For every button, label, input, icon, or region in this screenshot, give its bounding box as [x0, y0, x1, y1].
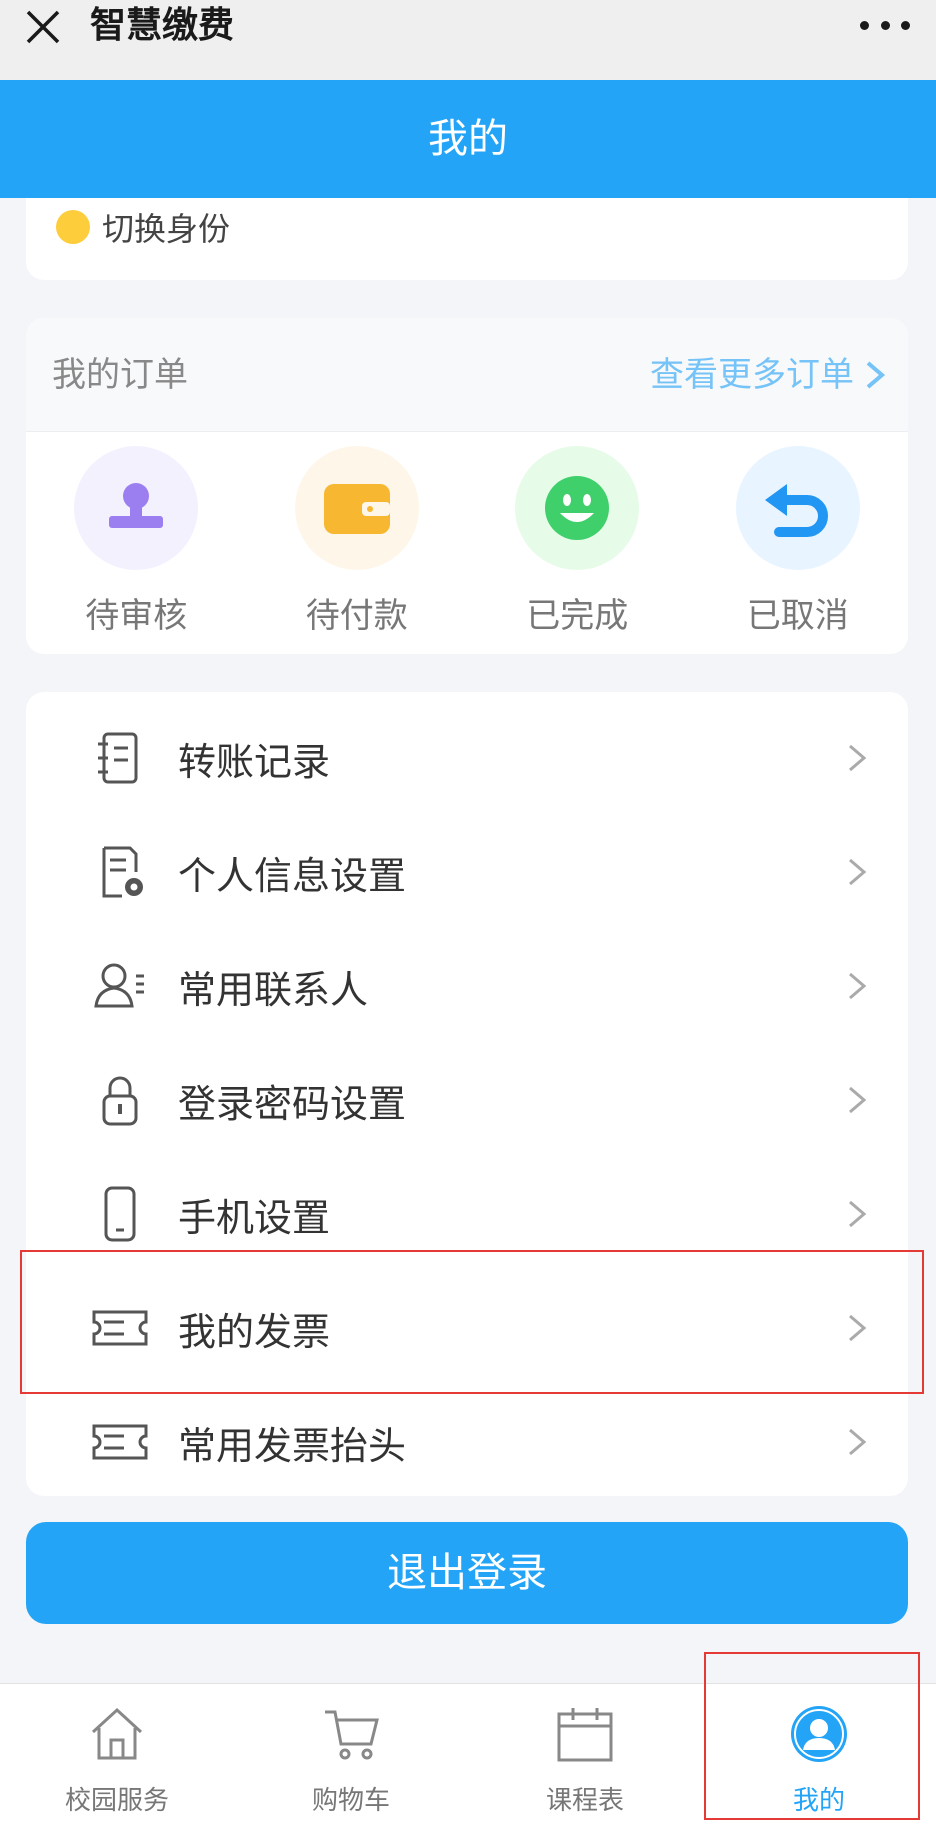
- more-icon[interactable]: [860, 10, 910, 40]
- order-status-label: 待审核: [85, 596, 188, 636]
- calendar-icon: [557, 1708, 613, 1762]
- order-status-pending-payment[interactable]: 待付款: [257, 446, 457, 637]
- tab-mine[interactable]: 我的: [702, 1684, 936, 1825]
- undo-icon: [735, 446, 860, 570]
- menu-item-label: 常用发票抬头: [178, 1423, 407, 1468]
- chevron-right-icon: [866, 361, 886, 389]
- view-more-orders-link[interactable]: 查看更多订单: [650, 318, 888, 432]
- chevron-right-icon: [849, 1314, 867, 1342]
- wechat-titlebar: 智慧缴费: [0, 0, 936, 80]
- orders-card: 我的订单 查看更多订单 待审核 待付款 已完成 已取消: [26, 318, 908, 654]
- order-status-completed[interactable]: 已完成: [477, 446, 677, 637]
- tab-label: 校园服务: [64, 1786, 169, 1816]
- menu-item-label: 手机设置: [178, 1195, 331, 1240]
- orders-title: 我的订单: [52, 355, 188, 395]
- order-status-label: 已完成: [526, 596, 629, 636]
- order-status-label: 待付款: [305, 596, 408, 636]
- order-status-pending-review[interactable]: 待审核: [36, 446, 236, 637]
- switch-identity-label: 切换身份: [102, 210, 231, 248]
- settings-menu: 转账记录 个人信息设置 常用联系人 登录密码设置 手机设置 我的发票 常用发票抬…: [26, 692, 908, 1496]
- menu-item-invoice-titles[interactable]: 常用发票抬头: [26, 1385, 908, 1499]
- menu-item-personal-info[interactable]: 个人信息设置: [26, 815, 908, 929]
- menu-item-label: 登录密码设置: [178, 1081, 407, 1126]
- close-icon[interactable]: [22, 4, 66, 48]
- menu-item-label: 我的发票: [178, 1309, 331, 1354]
- doc-settings-icon: [102, 846, 143, 898]
- phone-icon: [104, 1186, 136, 1242]
- contact-icon: [94, 963, 144, 1008]
- wallet-icon: [294, 446, 419, 570]
- tab-label: 课程表: [545, 1786, 624, 1816]
- ticket-icon: [92, 1310, 148, 1346]
- tab-campus-services[interactable]: 校园服务: [0, 1684, 234, 1825]
- user-avatar-icon: [791, 1706, 847, 1762]
- chevron-right-icon: [849, 1200, 867, 1228]
- tab-shopping-cart[interactable]: 购物车: [234, 1684, 468, 1825]
- cart-icon: [325, 1710, 379, 1760]
- menu-item-transfer-records[interactable]: 转账记录: [26, 701, 908, 815]
- page-title: 我的: [0, 80, 936, 198]
- menu-item-label: 个人信息设置: [178, 853, 407, 898]
- chevron-right-icon: [849, 1428, 867, 1456]
- stamp-icon: [74, 446, 199, 570]
- chevron-right-icon: [849, 1086, 867, 1114]
- wechat-title: 智慧缴费: [90, 5, 235, 46]
- order-status-label: 已取消: [746, 596, 849, 636]
- menu-item-login-password[interactable]: 登录密码设置: [26, 1043, 908, 1157]
- chevron-right-icon: [849, 744, 867, 772]
- chevron-right-icon: [849, 858, 867, 886]
- menu-item-my-invoices[interactable]: 我的发票: [26, 1271, 908, 1385]
- bottom-tabbar: 校园服务 购物车 课程表 我的: [0, 1683, 936, 1825]
- menu-item-label: 常用联系人: [178, 967, 369, 1012]
- smile-icon: [515, 446, 640, 570]
- order-status-cancelled[interactable]: 已取消: [698, 446, 898, 637]
- menu-item-frequent-contacts[interactable]: 常用联系人: [26, 929, 908, 1043]
- dot-icon: [56, 210, 90, 244]
- switch-identity-button[interactable]: 切换身份: [56, 204, 230, 250]
- menu-item-phone-settings[interactable]: 手机设置: [26, 1157, 908, 1271]
- tab-label: 购物车: [311, 1786, 390, 1816]
- notebook-icon: [98, 732, 138, 784]
- ticket-icon: [92, 1424, 148, 1460]
- menu-item-label: 转账记录: [178, 739, 331, 784]
- lock-icon: [102, 1076, 138, 1126]
- orders-header: 我的订单 查看更多订单: [26, 318, 908, 432]
- logout-button[interactable]: 退出登录: [26, 1522, 908, 1624]
- tab-timetable[interactable]: 课程表: [468, 1684, 702, 1825]
- view-more-orders-label: 查看更多订单: [650, 355, 854, 395]
- tab-label: 我的: [792, 1786, 845, 1816]
- chevron-right-icon: [849, 972, 867, 1000]
- home-icon: [91, 1707, 143, 1760]
